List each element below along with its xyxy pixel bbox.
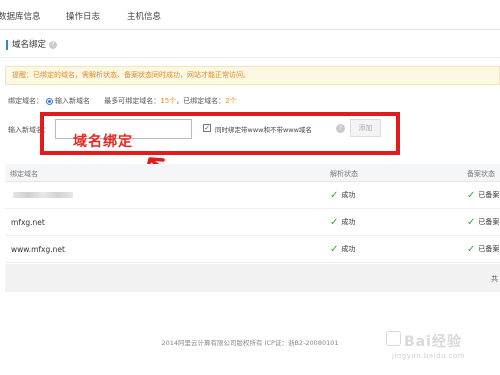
- watermark-title: Bai经验: [404, 334, 462, 350]
- table-row: www.mfxg.net ✓ 成功 ✓ 已备案: [5, 236, 500, 263]
- icp-status: ✓ 已备案: [467, 217, 500, 228]
- check-icon: ✓: [467, 217, 476, 228]
- dns-status: ✓ 成功: [330, 217, 356, 228]
- column-header-domain: 绑定域名: [10, 170, 38, 178]
- dns-status: ✓ 成功: [330, 244, 356, 255]
- icp-status: ✓ 已备案: [467, 244, 500, 255]
- table-row: ✓ 成功 ✓ 已备案: [5, 182, 500, 209]
- check-icon: ✓: [330, 244, 339, 255]
- table-header: 绑定域名 解析状态 备案状态: [5, 164, 500, 182]
- watermark-subtitle: jingyan.baidu.com: [392, 352, 466, 360]
- domain-cell: www.mfxg.net: [11, 245, 65, 254]
- baidu-paw-icon: [386, 331, 401, 346]
- dns-status: ✓ 成功: [330, 190, 356, 201]
- check-icon: ✓: [330, 217, 339, 228]
- column-header-icp: 备案状态: [467, 170, 495, 178]
- icp-status: ✓ 已备案: [467, 190, 500, 201]
- table-summary-bar: 共: [5, 264, 500, 292]
- check-icon: ✓: [467, 190, 476, 201]
- blurred-domain: [13, 192, 73, 198]
- check-icon: ✓: [467, 244, 476, 255]
- check-icon: ✓: [330, 190, 339, 201]
- watermark: Bai经验 jingyan.baidu.com: [382, 327, 494, 367]
- domain-cell: mfxg.net: [11, 218, 45, 227]
- column-header-dns: 解析状态: [330, 170, 358, 178]
- table-row: mfxg.net ✓ 成功 ✓ 已备案: [5, 209, 500, 236]
- table-summary: 共: [491, 275, 498, 283]
